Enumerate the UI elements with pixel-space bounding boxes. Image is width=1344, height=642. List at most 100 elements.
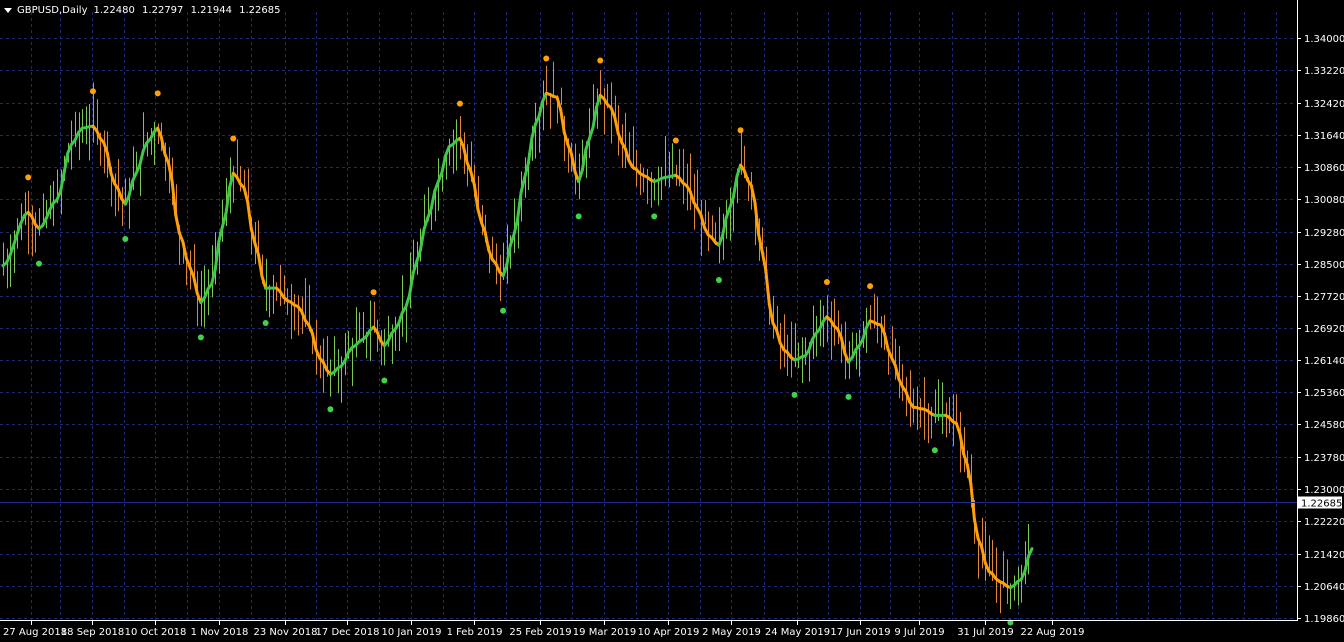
y-tick-label: 1.32420 (1304, 99, 1344, 110)
x-tick-label: 23 Nov 2018 (253, 627, 317, 638)
open-value: 1.22480 (93, 4, 135, 16)
ma-segment (440, 154, 448, 174)
current-price-label: 1.22685 (1301, 499, 1342, 510)
ma-segment (882, 332, 890, 351)
x-tick-label: 22 Aug 2019 (1020, 627, 1084, 638)
x-tick-label: 10 Oct 2018 (125, 627, 187, 638)
x-tick-label: 10 Apr 2019 (638, 627, 700, 638)
y-tick-label: 1.30080 (1304, 195, 1344, 206)
ma-segment (404, 293, 412, 309)
buy-signal-dot (381, 377, 388, 384)
chart-header: GBPUSD,Daily 1.22480 1.22797 1.21944 1.2… (4, 3, 285, 17)
ma-segment (537, 99, 545, 118)
current-price-line: 1.22685 (0, 496, 1342, 510)
sell-signal-dot (456, 100, 463, 107)
buy-signal-dot (715, 276, 722, 283)
x-tick-label: 25 Feb 2019 (509, 627, 571, 638)
x-tick-label: 9 Jul 2019 (894, 627, 944, 638)
y-tick-label: 1.31640 (1304, 131, 1344, 142)
sell-signal-dot (154, 90, 161, 97)
sell-signal-dot (597, 57, 604, 64)
ma-segment (433, 180, 440, 193)
ma-segment (764, 268, 771, 306)
buy-signal-dot (845, 393, 852, 400)
x-tick-label: 19 Mar 2019 (573, 627, 636, 638)
ma-segment (469, 169, 476, 187)
x-tick-label: 18 Sep 2018 (61, 627, 124, 638)
ma-segment (220, 211, 228, 229)
y-tick-label: 1.27720 (1304, 292, 1344, 303)
y-tick-label: 1.20640 (1304, 582, 1344, 593)
ma-segment (242, 186, 250, 204)
ma-segment (159, 135, 167, 156)
y-tick-label: 1.19860 (1304, 614, 1344, 625)
chart-window[interactable]: 1.22685 1.34000 1.33220 1.32420 1.31640 1.30… (0, 0, 1344, 642)
ma-segment (246, 200, 253, 231)
sell-signal-dot (867, 283, 874, 290)
x-tick-label: 2 May 2019 (702, 627, 761, 638)
x-tick-label: 10 Jan 2019 (382, 627, 442, 638)
ma-segment (807, 337, 815, 352)
low-value: 1.21944 (190, 4, 232, 16)
ma-segment (559, 108, 566, 134)
buy-signal-dot (791, 391, 798, 398)
sell-signal-dot (230, 135, 237, 142)
ma-segment (174, 213, 181, 235)
buy-signal-dot (500, 307, 507, 314)
chart-grid (0, 12, 1296, 620)
x-tick-label: 17 Jun 2019 (830, 627, 890, 638)
sell-signal-dot (737, 127, 744, 134)
ma-segment (742, 168, 750, 182)
ma-segment (584, 136, 591, 152)
y-tick-label: 1.25360 (1304, 388, 1344, 399)
buy-signal-dot (262, 320, 269, 327)
y-tick-label: 1.21420 (1304, 550, 1344, 561)
price-chart[interactable]: 1.22685 1.34000 1.33220 1.32420 1.31640 1.30… (0, 0, 1344, 642)
ma-segment (775, 328, 782, 345)
ma-segment (965, 463, 973, 486)
buy-signal-dot (197, 334, 204, 341)
ma-segment (516, 190, 523, 222)
ma-segment (256, 253, 264, 278)
x-tick-label: 17 Dec 2018 (316, 627, 380, 638)
ma-segment (138, 149, 145, 167)
ma-segment (613, 115, 620, 136)
ma-segment (397, 310, 404, 325)
y-tick-label: 1.28500 (1304, 260, 1344, 271)
buy-signal-dot (35, 260, 42, 267)
ma-segment (483, 230, 491, 252)
ma-segment (429, 189, 437, 211)
y-tick-label: 1.33220 (1304, 66, 1344, 77)
y-tick-label: 1.30860 (1304, 163, 1344, 174)
ma-segment (170, 179, 178, 217)
x-tick-label: 31 Jul 2019 (957, 627, 1014, 638)
y-tick-label: 1.23000 (1304, 485, 1344, 496)
y-tick-label: 1.26140 (1304, 356, 1344, 367)
sell-signal-dot (543, 55, 550, 62)
buy-signal-dot (651, 213, 658, 220)
caret-down-icon[interactable] (4, 7, 12, 13)
ma-segment (192, 275, 199, 295)
ma-segment (476, 207, 484, 225)
y-tick-label: 1.26920 (1304, 324, 1344, 335)
sell-signal-dot (672, 137, 679, 144)
ma-segment (731, 174, 739, 199)
signal-dots (25, 55, 1014, 626)
y-tick-label: 1.22220 (1304, 517, 1344, 528)
buy-signal-dot (327, 406, 334, 413)
ohlc-values: 1.22480 1.22797 1.21944 1.22685 (94, 5, 285, 16)
ma-segment (526, 136, 534, 166)
y-tick-label: 1.29280 (1304, 228, 1344, 239)
ma-segment (260, 274, 268, 290)
sell-signal-dot (89, 88, 96, 95)
ma-segment (954, 422, 962, 436)
ma-segment (760, 249, 768, 272)
x-tick-label: 1 Feb 2019 (447, 627, 503, 638)
x-tick-label: 24 May 2019 (765, 627, 830, 638)
y-tick-label: 1.24580 (1304, 420, 1344, 431)
sell-signal-dot (823, 279, 830, 286)
x-tick-label: 1 Nov 2018 (191, 627, 249, 638)
buy-signal-dot (575, 213, 582, 220)
x-tick-label: 27 Aug 2018 (3, 627, 67, 638)
sell-signal-dot (370, 289, 377, 296)
